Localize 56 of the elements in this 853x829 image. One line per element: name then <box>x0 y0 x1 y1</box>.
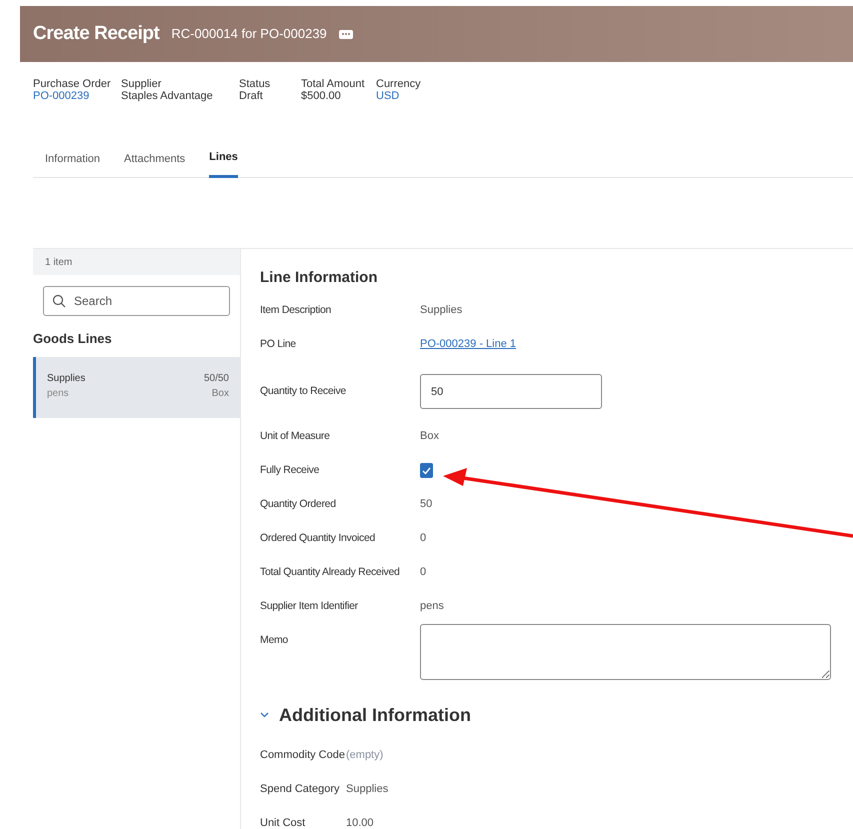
field-label: Memo <box>260 632 289 648</box>
field-label: Supplier Item Identifier <box>260 598 359 614</box>
field-link[interactable]: USD <box>376 90 456 102</box>
checkbox[interactable] <box>420 463 433 478</box>
field-label: Quantity to Receive <box>260 384 347 399</box>
field-value: $500.00 <box>301 90 342 102</box>
page-subtitle: RC-000014 for PO-000239 <box>171 25 327 44</box>
search-icon <box>52 294 66 308</box>
checkmark-icon <box>422 466 431 474</box>
field-value: pens <box>420 599 444 614</box>
field-label: Commodity Code <box>260 748 346 764</box>
field-value: Box <box>420 429 439 444</box>
search-input[interactable]: Search <box>74 292 214 310</box>
field-label: Total Amount <box>301 78 366 90</box>
search-field[interactable]: Search <box>43 286 230 316</box>
item-detail: pens <box>47 386 70 400</box>
section-heading: Line Information <box>260 268 378 288</box>
field-label: Total Quantity Already Received <box>260 564 401 580</box>
field-value: Staples Advantage <box>121 90 214 102</box>
field-value: 0 <box>420 565 426 580</box>
field-value: Supplies <box>346 782 388 798</box>
field-label: Purchase Order <box>33 78 112 90</box>
item-count: 1 item <box>45 256 72 270</box>
list-item[interactable]: Supplies pens 50/50 Box <box>33 356 240 418</box>
field-link[interactable]: PO-000239 <box>33 90 121 102</box>
field-value: Supplies <box>420 303 462 318</box>
field-value: 50 <box>420 497 432 512</box>
field-label: Fully Receive <box>260 462 320 478</box>
field-value: (empty) <box>346 748 384 764</box>
field-label: Currency <box>376 78 422 90</box>
input-field[interactable]: 50 <box>420 374 602 409</box>
link[interactable]: PO-000239 - Line 1 <box>420 336 516 353</box>
field-label: Quantity Ordered <box>260 496 337 512</box>
item-name: Supplies <box>47 372 86 386</box>
field-label: Spend Category <box>260 782 340 798</box>
item-unit: Box <box>212 386 229 400</box>
tab[interactable]: Lines <box>209 146 238 178</box>
field-label: Ordered Quantity Invoiced <box>260 530 376 546</box>
field-label: Supplier <box>121 78 162 90</box>
tab[interactable]: Attachments <box>124 146 186 178</box>
field-label: Unit of Measure <box>260 428 331 444</box>
section-heading: Goods Lines <box>33 330 113 348</box>
field-value: 10.00 <box>346 816 374 829</box>
item-quantity: 50/50 <box>204 372 229 386</box>
tab[interactable]: Information <box>45 146 100 178</box>
field-value: Draft <box>239 90 264 102</box>
memo-field[interactable] <box>420 624 831 680</box>
page-title: Create Receipt <box>33 22 160 46</box>
field-label: Item Description <box>260 302 332 318</box>
section-heading: Additional Information <box>279 704 471 726</box>
field-value: 0 <box>420 531 426 546</box>
chevron-icon[interactable] <box>260 712 269 718</box>
more-button[interactable] <box>338 30 353 38</box>
field-label: PO Line <box>260 336 297 352</box>
field-label: Unit Cost <box>260 816 306 829</box>
field-label: Status <box>239 78 272 90</box>
